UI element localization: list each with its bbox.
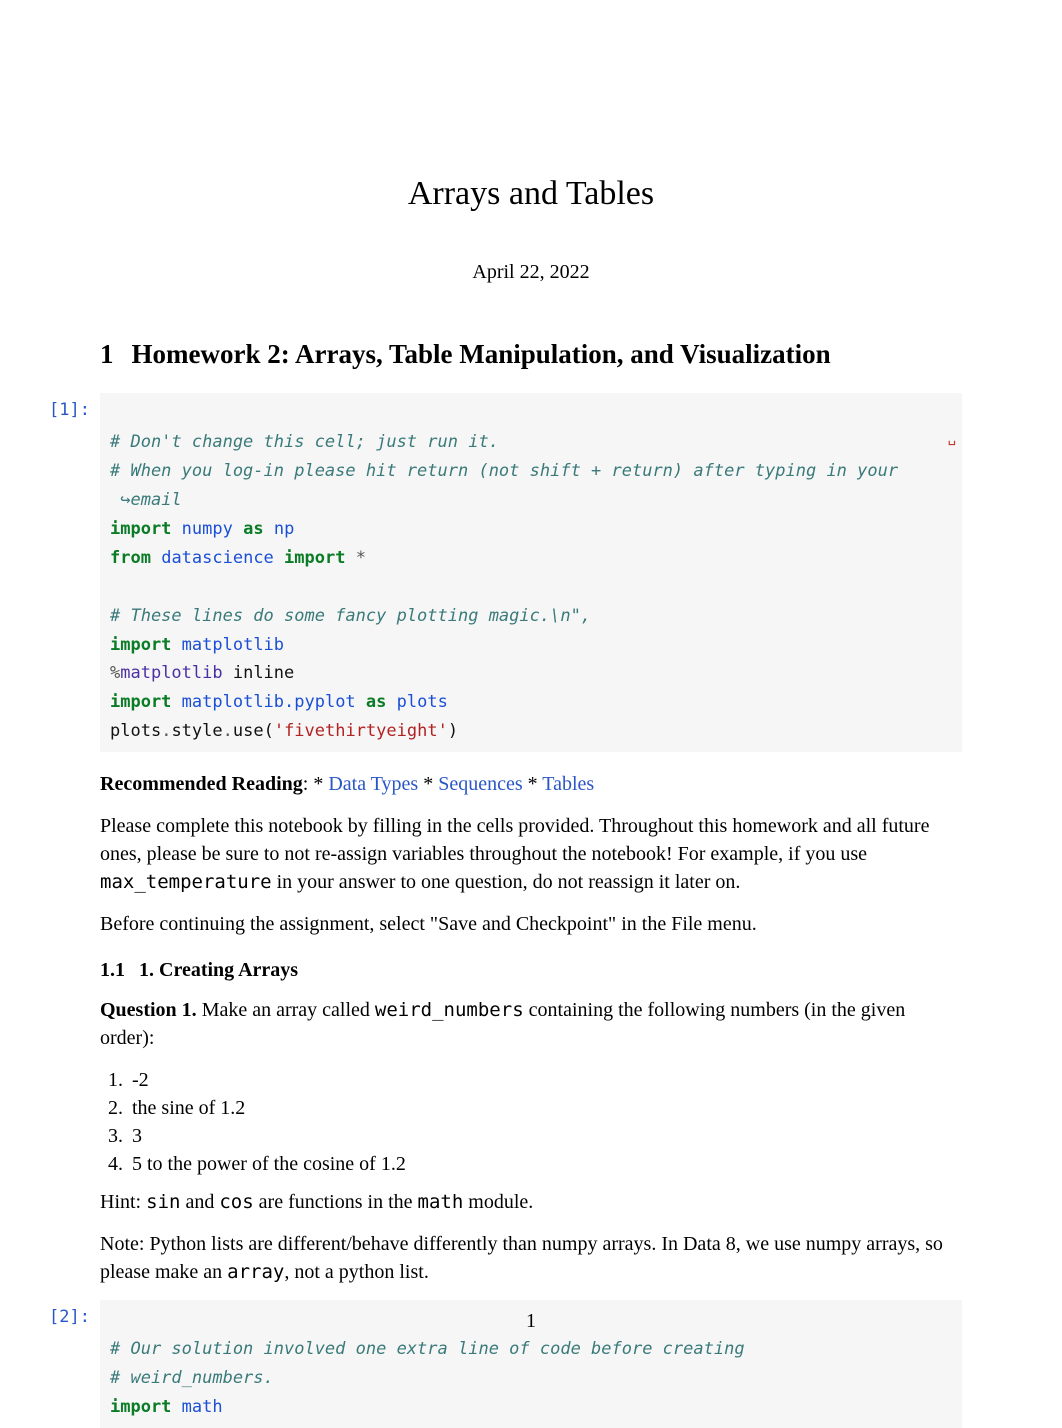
page: Arrays and Tables April 22, 2022 1 Homewo… xyxy=(0,0,1062,1377)
text: and xyxy=(180,1191,219,1213)
recommended-reading: Recommended Reading: * Data Types * Sequ… xyxy=(100,770,962,798)
code-name: math xyxy=(182,1397,223,1417)
code-text: ) xyxy=(448,721,458,741)
list-item: the sine of 1.2 xyxy=(128,1094,962,1122)
text: are functions in the xyxy=(254,1191,418,1213)
text: Make an array called xyxy=(197,999,375,1021)
inline-code: weird_numbers xyxy=(375,999,524,1021)
code-text: style xyxy=(171,721,222,741)
inline-code: math xyxy=(418,1191,464,1213)
section-title: Homework 2: Arrays, Table Manipulation, … xyxy=(132,339,831,369)
code-line: # Our solution involved one extra line o… xyxy=(110,1339,745,1359)
list-item: 3 xyxy=(128,1122,962,1150)
code-op: . xyxy=(223,721,233,741)
code-line: # When you log-in please hit return (not… xyxy=(110,461,898,481)
code-keyword: import xyxy=(110,692,171,712)
code-keyword: import xyxy=(110,635,171,655)
paragraph: Before continuing the assignment, select… xyxy=(100,910,962,938)
code-line: # These lines do some fancy plotting mag… xyxy=(110,606,591,626)
subsection-heading: 1.1 1. Creating Arrays xyxy=(100,956,962,984)
text: , not a python list. xyxy=(284,1261,428,1283)
code-name: datascience xyxy=(161,548,274,568)
code-name: numpy xyxy=(182,519,233,539)
code-keyword: from xyxy=(110,548,151,568)
code-text: plots xyxy=(110,721,161,741)
reco-label: Recommended Reading xyxy=(100,773,303,795)
code-keyword: as xyxy=(243,519,263,539)
subsection-number: 1.1 xyxy=(100,959,125,981)
text: module. xyxy=(463,1191,533,1213)
code-text: inline xyxy=(223,663,295,683)
question-label: Question 1. xyxy=(100,999,197,1021)
code-string: 'fivethirtyeight' xyxy=(274,721,448,741)
section-heading: 1 Homework 2: Arrays, Table Manipulation,… xyxy=(100,336,962,374)
page-number: 1 xyxy=(0,1307,1062,1335)
code-op: * xyxy=(356,548,366,568)
code-keyword: import xyxy=(284,548,345,568)
code-name: matplotlib.pyplot xyxy=(182,692,356,712)
code-op: . xyxy=(161,721,171,741)
code-name: np xyxy=(274,519,294,539)
list-item: 5 to the power of the cosine of 1.2 xyxy=(128,1150,962,1178)
link-tables[interactable]: Tables xyxy=(542,773,594,795)
text: Please complete this notebook by filling… xyxy=(100,815,929,865)
line-wrap-icon: ␣ xyxy=(948,427,956,451)
code-line: # Don't change this cell; just run it. xyxy=(110,432,499,452)
inline-code: array xyxy=(227,1261,284,1283)
document-date: April 22, 2022 xyxy=(100,258,962,286)
note: Note: Python lists are different/behave … xyxy=(100,1230,962,1286)
code-text: use( xyxy=(233,721,274,741)
text: : * xyxy=(303,773,329,795)
inline-code: cos xyxy=(219,1191,253,1213)
list-item: -2 xyxy=(128,1066,962,1094)
link-sequences[interactable]: Sequences xyxy=(438,773,522,795)
paragraph: Please complete this notebook by filling… xyxy=(100,812,962,896)
code-line: email xyxy=(130,490,181,510)
code-keyword: as xyxy=(366,692,386,712)
link-data-types[interactable]: Data Types xyxy=(328,773,418,795)
code-line: # weird_numbers. xyxy=(110,1368,274,1388)
text: in your answer to one question, do not r… xyxy=(272,871,741,893)
document-title: Arrays and Tables xyxy=(100,170,962,218)
code-cell-content: # Don't change this cell; just run it. #… xyxy=(100,393,962,752)
code-name: matplotlib xyxy=(182,635,284,655)
code-name: plots xyxy=(397,692,448,712)
inline-code: max_temperature xyxy=(100,871,272,893)
inline-code: sin xyxy=(146,1191,180,1213)
code-magic: matplotlib xyxy=(120,663,222,683)
cell-prompt: [1]: xyxy=(46,393,100,423)
code-magic: % xyxy=(110,663,120,683)
question-1-list: -2 the sine of 1.2 3 5 to the power of t… xyxy=(128,1066,962,1178)
section-number: 1 xyxy=(100,339,114,369)
code-cell-1: [1]: # Don't change this cell; just run … xyxy=(46,393,962,752)
text: Hint: xyxy=(100,1191,146,1213)
continuation-arrow-icon: ↪ xyxy=(110,490,130,510)
subsection-title: 1. Creating Arrays xyxy=(139,959,298,981)
text: Note: xyxy=(100,1233,149,1255)
code-keyword: import xyxy=(110,1397,171,1417)
code-keyword: import xyxy=(110,519,171,539)
text: * xyxy=(418,773,438,795)
text: * xyxy=(523,773,543,795)
question-1: Question 1. Make an array called weird_n… xyxy=(100,996,962,1052)
hint: Hint: sin and cos are functions in the m… xyxy=(100,1188,962,1216)
